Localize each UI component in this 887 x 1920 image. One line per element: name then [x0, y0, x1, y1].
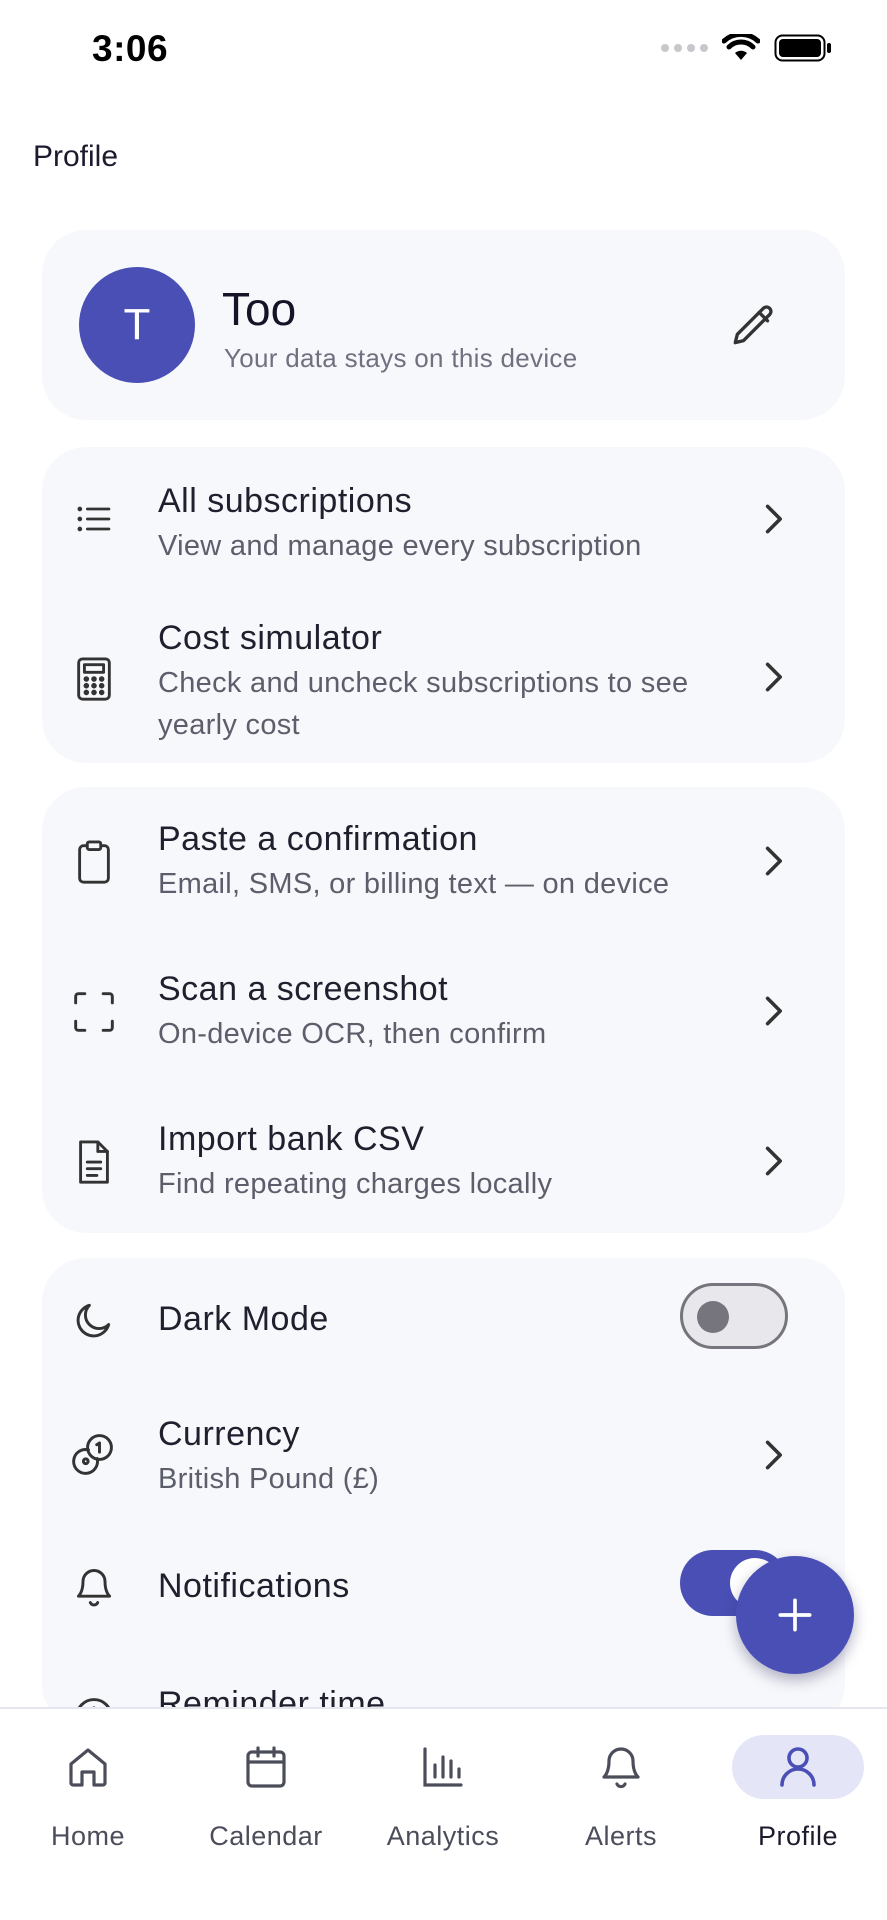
list-icon [72, 497, 116, 541]
home-icon [69, 1748, 107, 1787]
bottom-tab-bar: Home Calendar Analytics Alerts Profile [0, 1707, 887, 1920]
paste-confirmation-row[interactable]: Paste a confirmation Email, SMS, or bill… [42, 787, 845, 937]
notifications-row: Notifications [42, 1523, 845, 1653]
status-bar: 3:06 [0, 0, 887, 100]
row-title: Scan a screenshot [158, 970, 449, 1008]
coins-icon [72, 1431, 116, 1475]
tab-label: Profile [757, 1821, 839, 1851]
chevron-right-icon [758, 991, 788, 1031]
tab-label: Analytics [386, 1821, 500, 1851]
row-title: Currency [158, 1415, 300, 1453]
settings-card: Dark Mode Currency British Pound (£) Not… [42, 1258, 845, 1728]
add-subscription-button[interactable] [736, 1556, 854, 1674]
currency-row[interactable]: Currency British Pound (£) [42, 1383, 845, 1523]
chevron-right-icon [758, 499, 788, 539]
page-title: Profile [33, 140, 119, 173]
browse-card: All subscriptions View and manage every … [42, 447, 845, 763]
dark-mode-row: Dark Mode [42, 1258, 845, 1383]
tab-home[interactable]: Home [13, 1727, 163, 1857]
moon-icon [72, 1298, 116, 1342]
import-bank-csv-row[interactable]: Import bank CSV Find repeating charges l… [42, 1087, 845, 1233]
row-subtitle: Find repeating charges locally [158, 1168, 553, 1200]
chevron-right-icon [758, 1141, 788, 1181]
tab-calendar[interactable]: Calendar [191, 1727, 341, 1857]
clipboard-icon [72, 840, 116, 884]
tab-label: Alerts [584, 1821, 658, 1851]
tab-alerts[interactable]: Alerts [546, 1727, 696, 1857]
avatar: T [79, 267, 195, 383]
user-icon [780, 1747, 816, 1787]
tab-label: Calendar [209, 1821, 323, 1851]
calculator-icon [72, 657, 116, 701]
bar-chart-icon [423, 1747, 463, 1787]
chevron-right-icon [758, 1435, 788, 1475]
row-title: Paste a confirmation [158, 820, 478, 858]
battery-icon [774, 34, 831, 62]
status-time: 3:06 [92, 28, 169, 69]
pencil-icon [733, 305, 773, 345]
profile-subtitle: Your data stays on this device [224, 343, 578, 373]
profile-name: Too [222, 283, 297, 335]
row-subtitle: British Pound (£) [158, 1463, 380, 1495]
import-card: Paste a confirmation Email, SMS, or bill… [42, 787, 845, 1233]
scan-screenshot-row[interactable]: Scan a screenshot On-device OCR, then co… [42, 937, 845, 1087]
profile-card: T Too Your data stays on this device [42, 230, 845, 420]
tab-label: Home [50, 1821, 126, 1851]
document-icon [72, 1140, 116, 1184]
signal-icon [661, 44, 708, 52]
row-subtitle: Email, SMS, or billing text — on device [158, 868, 670, 900]
row-subtitle: View and manage every subscription [158, 530, 642, 562]
row-title: All subscriptions [158, 482, 413, 520]
bell-icon [72, 1565, 116, 1609]
status-icons [661, 34, 832, 62]
cost-simulator-row[interactable]: Cost simulator Check and uncheck subscri… [42, 587, 845, 763]
tab-analytics[interactable]: Analytics [368, 1727, 518, 1857]
row-title: Cost simulator [158, 619, 383, 657]
row-subtitle: On-device OCR, then confirm [158, 1018, 547, 1050]
row-title: Dark Mode [158, 1300, 329, 1338]
plus-icon [778, 1598, 812, 1632]
row-title: Import bank CSV [158, 1120, 425, 1158]
edit-profile-button[interactable] [726, 298, 782, 354]
row-subtitle: Check and uncheck subscriptions to see y… [158, 667, 689, 741]
tab-profile[interactable]: Profile [723, 1727, 873, 1857]
scan-icon [72, 990, 116, 1034]
all-subscriptions-row[interactable]: All subscriptions View and manage every … [42, 447, 845, 587]
row-title: Notifications [158, 1567, 350, 1605]
chevron-right-icon [758, 657, 788, 697]
bell-icon [602, 1747, 640, 1789]
wifi-icon [722, 34, 760, 60]
chevron-right-icon [758, 841, 788, 881]
calendar-icon [246, 1746, 286, 1788]
dark-mode-toggle[interactable] [680, 1283, 788, 1349]
